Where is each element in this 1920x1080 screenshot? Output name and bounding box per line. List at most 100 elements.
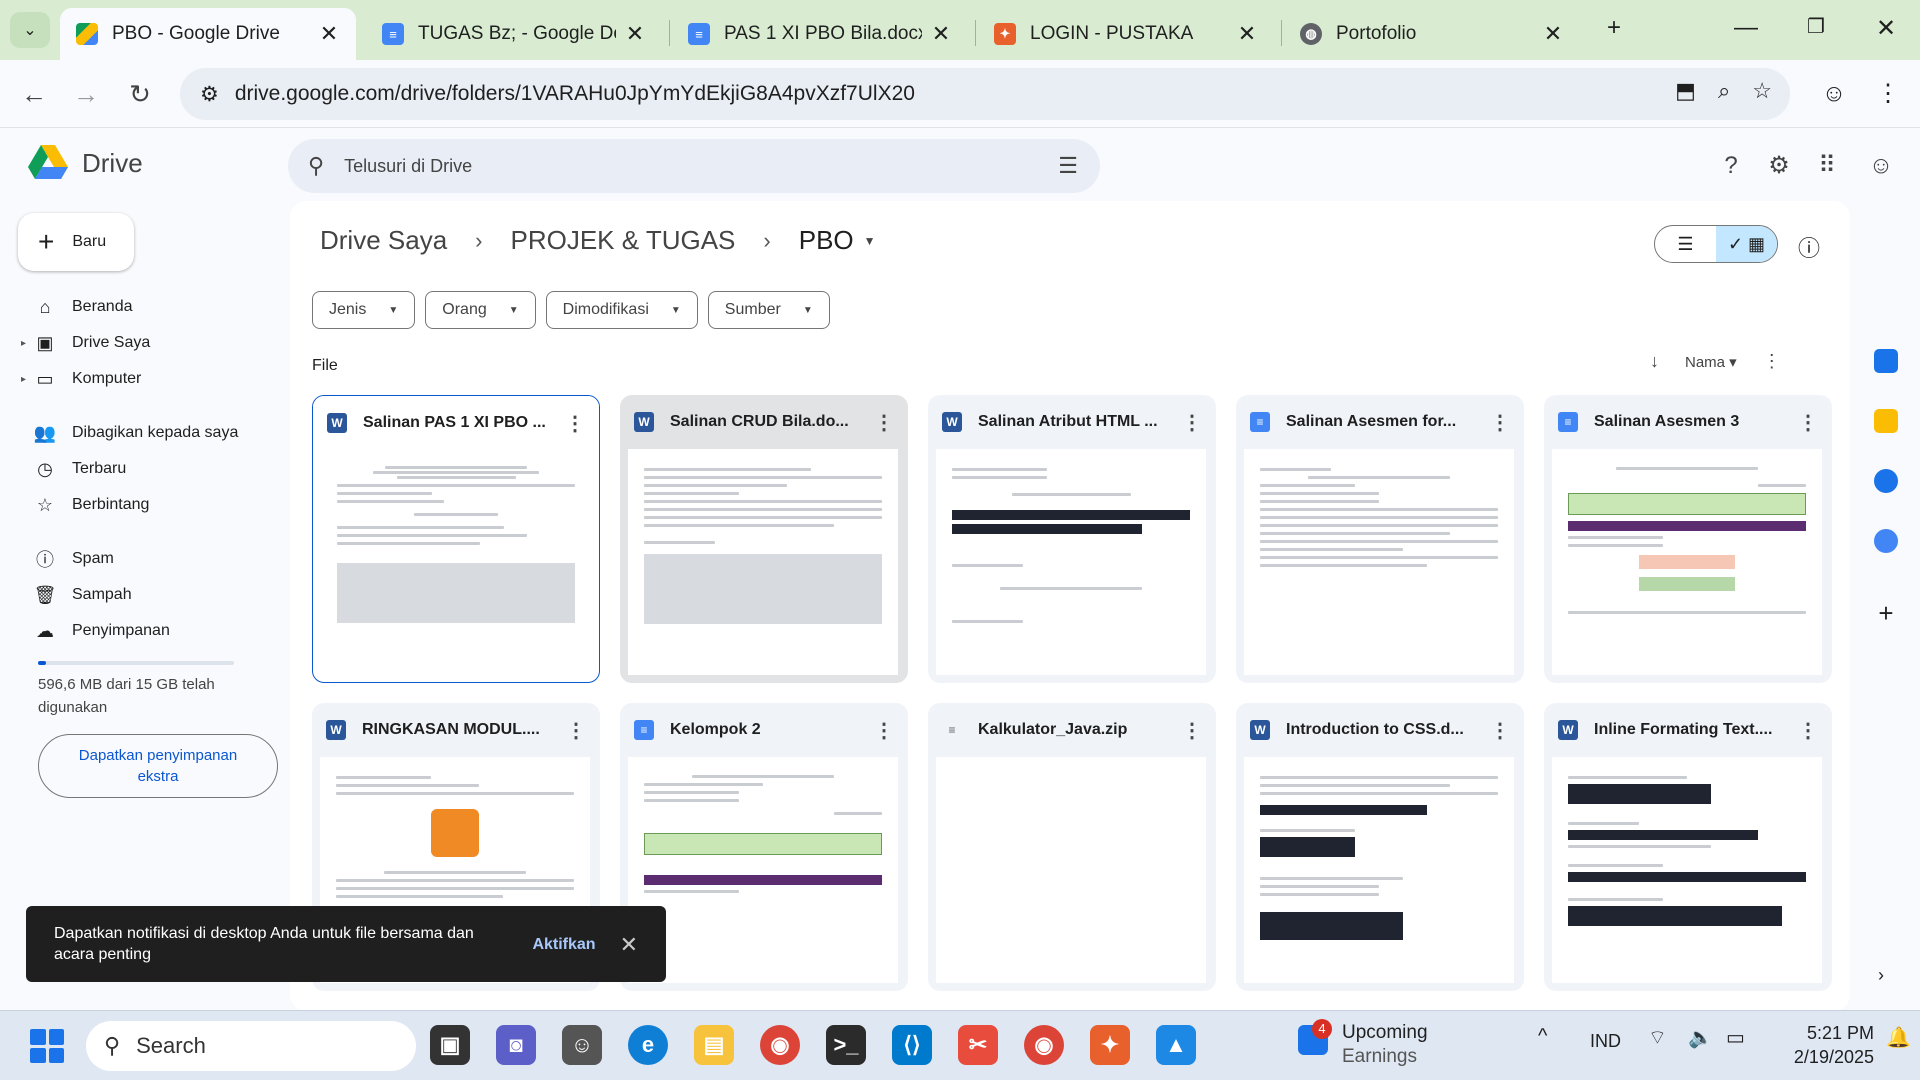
file-thumbnail[interactable] — [321, 450, 591, 676]
tab-pas[interactable]: ≡ PAS 1 XI PBO Bila.docx - Go ✕ — [672, 8, 968, 60]
widget-text[interactable]: Upcoming Earnings — [1342, 1021, 1428, 1069]
tab-pustaka[interactable]: ✦ LOGIN - PUSTAKA ✕ — [978, 8, 1274, 60]
file-thumbnail[interactable] — [936, 757, 1206, 983]
zoom-icon[interactable]: ⌕ — [1718, 78, 1730, 104]
more-options-icon[interactable]: ⋮ — [874, 410, 894, 435]
language-indicator[interactable]: IND — [1590, 1031, 1621, 1052]
more-options-icon[interactable]: ⋮ — [1182, 410, 1202, 435]
new-button[interactable]: + Baru — [18, 213, 134, 271]
search-options-icon[interactable]: ☰ — [1058, 153, 1078, 179]
account-avatar-icon[interactable]: ☺ — [1866, 151, 1896, 181]
tasks-icon[interactable] — [1874, 469, 1898, 493]
terminal-icon[interactable]: >_ — [826, 1025, 866, 1065]
file-thumbnail[interactable] — [1244, 449, 1514, 675]
close-window-icon[interactable]: ✕ — [1868, 14, 1904, 43]
emoji-icon[interactable]: ☺ — [562, 1025, 602, 1065]
help-icon[interactable]: ? — [1716, 151, 1746, 181]
more-options-icon[interactable]: ⋮ — [1798, 410, 1818, 435]
caret-down-icon[interactable]: ▼ — [864, 234, 876, 248]
restore-icon[interactable]: ❐ — [1798, 14, 1834, 39]
minimize-icon[interactable]: — — [1728, 14, 1764, 42]
keep-icon[interactable] — [1874, 409, 1898, 433]
more-options-icon[interactable]: ⋮ — [1763, 351, 1781, 372]
nav-spam[interactable]: ⓘ Spam — [0, 541, 270, 577]
browser-menu-icon[interactable]: ⋮ — [1870, 76, 1906, 112]
file-card-header[interactable]: W RINGKASAN MODUL.... ⋮ — [312, 703, 600, 757]
chevron-right-icon[interactable]: › — [1878, 965, 1884, 986]
file-card-header[interactable]: ≡ Salinan Asesmen for... ⋮ — [1236, 395, 1524, 449]
filter-people[interactable]: Orang ▼ — [425, 291, 536, 329]
close-tab-icon[interactable]: ✕ — [930, 21, 952, 47]
snipping-tool-icon[interactable]: ✂ — [958, 1025, 998, 1065]
more-options-icon[interactable]: ⋮ — [1182, 718, 1202, 743]
file-card[interactable]: W Salinan PAS 1 XI PBO ... ⋮ — [312, 395, 600, 683]
start-windows-icon[interactable] — [30, 1029, 64, 1063]
nav-computers[interactable]: ▸ ▭ Komputer — [0, 361, 270, 397]
tab-search-button[interactable]: ⌄ — [10, 12, 50, 48]
nav-storage[interactable]: ☁ Penyimpanan — [0, 613, 270, 649]
file-card-header[interactable]: W Salinan CRUD Bila.do... ⋮ — [620, 395, 908, 449]
photos-icon[interactable]: ▲ — [1156, 1025, 1196, 1065]
file-thumbnail[interactable] — [1244, 757, 1514, 983]
list-view-icon[interactable]: ☰ — [1655, 226, 1716, 262]
drive-logo[interactable]: Drive — [28, 145, 143, 181]
close-tab-icon[interactable]: ✕ — [318, 21, 340, 47]
chrome-profile-icon[interactable]: ◉ — [1024, 1025, 1064, 1065]
more-options-icon[interactable]: ⋮ — [565, 411, 585, 436]
file-card[interactable]: ≡ Salinan Asesmen for... ⋮ — [1236, 395, 1524, 683]
reload-icon[interactable]: ↻ — [122, 76, 158, 112]
nav-recent[interactable]: ◷ Terbaru — [0, 451, 270, 487]
sort-by-dropdown[interactable]: Nama ▾ — [1685, 353, 1737, 371]
file-card-header[interactable]: W Introduction to CSS.d... ⋮ — [1236, 703, 1524, 757]
battery-icon[interactable]: ▭ — [1726, 1025, 1745, 1050]
address-bar[interactable]: ⚙ drive.google.com/drive/folders/1VARAHu… — [180, 68, 1790, 120]
file-card-header[interactable]: W Salinan Atribut HTML ... ⋮ — [928, 395, 1216, 449]
new-tab-icon[interactable]: + — [1596, 14, 1632, 42]
file-explorer-icon[interactable]: ▤ — [694, 1025, 734, 1065]
file-thumbnail[interactable] — [1552, 449, 1822, 675]
wifi-icon[interactable]: ⌔ — [1648, 1025, 1667, 1050]
bookmark-star-icon[interactable]: ☆ — [1752, 78, 1772, 104]
close-tab-icon[interactable]: ✕ — [1542, 21, 1564, 47]
url-text[interactable]: drive.google.com/drive/folders/1VARAHu0J… — [235, 82, 915, 106]
breadcrumb-my-drive[interactable]: Drive Saya — [312, 225, 455, 256]
file-thumbnail[interactable] — [936, 449, 1206, 675]
file-card[interactable]: ≡ Kalkulator_Java.zip ⋮ — [928, 703, 1216, 991]
tab-portofolio[interactable]: ◍ Portofolio ✕ — [1284, 8, 1580, 60]
file-thumbnail[interactable] — [628, 757, 898, 983]
nav-starred[interactable]: ☆ Berbintang — [0, 487, 270, 523]
task-view-icon[interactable]: ▣ — [430, 1025, 470, 1065]
site-info-icon[interactable]: ⚙ — [200, 82, 219, 107]
profile-avatar-icon[interactable]: ☺ — [1816, 76, 1852, 112]
filter-modified[interactable]: Dimodifikasi ▼ — [545, 291, 698, 329]
file-card[interactable]: ≡ Salinan Asesmen 3 ⋮ — [1544, 395, 1832, 683]
notification-bell-icon[interactable]: 🔔 — [1886, 1025, 1911, 1050]
tab-drive[interactable]: PBO - Google Drive ✕ — [60, 8, 356, 60]
file-card[interactable]: W Introduction to CSS.d... ⋮ — [1236, 703, 1524, 991]
file-card[interactable]: W Inline Formating Text.... ⋮ — [1544, 703, 1832, 991]
install-app-icon[interactable]: ⬒ — [1675, 78, 1696, 104]
pustaka-app-icon[interactable]: ✦ — [1090, 1025, 1130, 1065]
close-tab-icon[interactable]: ✕ — [624, 21, 646, 47]
more-options-icon[interactable]: ⋮ — [874, 718, 894, 743]
file-card-header[interactable]: ≡ Kalkulator_Java.zip ⋮ — [928, 703, 1216, 757]
show-hidden-icons-icon[interactable]: ^ — [1538, 1025, 1547, 1048]
file-card-header[interactable]: ≡ Kelompok 2 ⋮ — [620, 703, 908, 757]
file-card[interactable]: W Salinan CRUD Bila.do... ⋮ — [620, 395, 908, 683]
file-thumbnail[interactable] — [1552, 757, 1822, 983]
nav-home[interactable]: ⌂ Beranda — [0, 289, 270, 325]
chat-icon[interactable]: ◙ — [496, 1025, 536, 1065]
file-card-header[interactable]: ≡ Salinan Asesmen 3 ⋮ — [1544, 395, 1832, 449]
apps-grid-icon[interactable]: ⠿ — [1812, 151, 1842, 181]
search-input[interactable]: Telusuri di Drive — [344, 156, 472, 177]
nav-my-drive[interactable]: ▸ ▣ Drive Saya — [0, 325, 270, 361]
settings-gear-icon[interactable]: ⚙ — [1764, 151, 1794, 181]
vscode-icon[interactable]: ⟨⟩ — [892, 1025, 932, 1065]
file-card-header[interactable]: W Salinan PAS 1 XI PBO ... ⋮ — [313, 396, 599, 450]
volume-icon[interactable]: 🔈 — [1688, 1025, 1713, 1050]
more-options-icon[interactable]: ⋮ — [1490, 410, 1510, 435]
contacts-icon[interactable] — [1874, 529, 1898, 553]
filter-source[interactable]: Sumber ▼ — [707, 291, 830, 329]
enable-notifications-button[interactable]: Aktifkan — [532, 934, 595, 955]
breadcrumb-projek[interactable]: PROJEK & TUGAS — [502, 225, 743, 256]
